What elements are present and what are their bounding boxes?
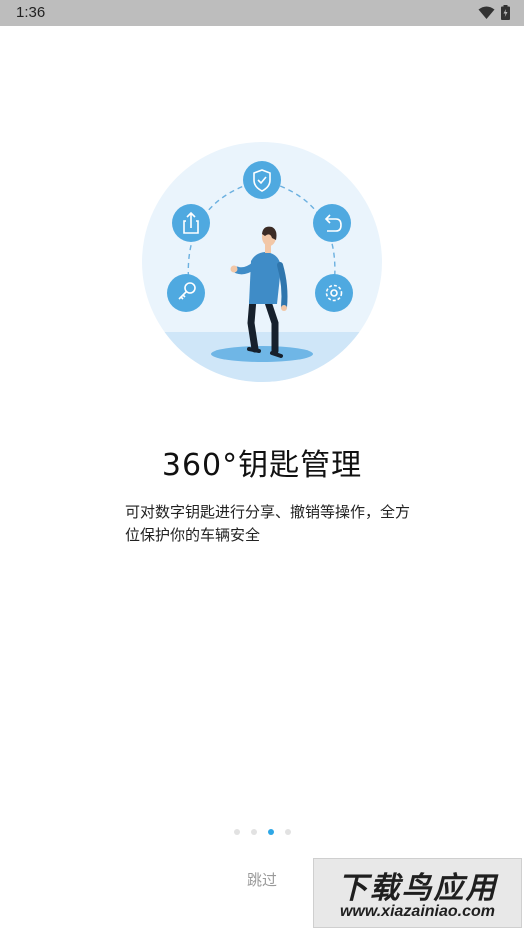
page-title: 360°钥匙管理	[161, 448, 363, 483]
watermark-title: 下载鸟应用	[337, 871, 498, 906]
watermark: 下载鸟应用 www.xiazainiao.com	[313, 858, 522, 928]
page-dot	[250, 829, 257, 835]
status-icons	[478, 5, 510, 20]
battery-icon	[501, 5, 510, 20]
page-dot-active	[267, 829, 274, 835]
status-bar: 1:36	[0, 0, 524, 26]
page-dot	[233, 829, 240, 835]
illustration	[142, 142, 382, 382]
page-indicator	[0, 829, 524, 835]
shield-check-icon	[243, 161, 281, 199]
status-time: 1:36	[16, 4, 46, 21]
share-icon	[172, 204, 210, 242]
wifi-icon	[478, 6, 495, 19]
page-dot	[284, 829, 291, 835]
key-icon	[167, 274, 205, 312]
page-description: 可对数字钥匙进行分享、撤销等操作，全方位保护你的车辆安全	[125, 503, 411, 544]
gear-icon	[315, 274, 353, 312]
undo-icon	[313, 204, 351, 242]
watermark-url: www.xiazainiao.com	[339, 903, 495, 920]
